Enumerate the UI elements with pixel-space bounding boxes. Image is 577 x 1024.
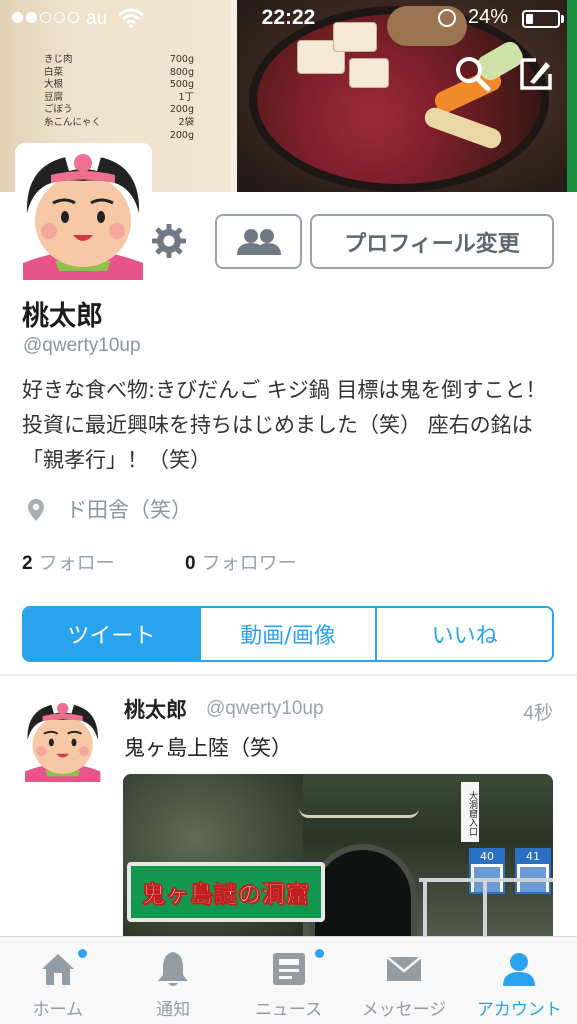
- cave-sign-board: 鬼ヶ島謎の洞窟: [127, 862, 325, 922]
- status-bar: au 22:22 24%: [0, 0, 577, 38]
- recipe-row: きじ肉 700g: [44, 54, 194, 65]
- tweet-author-handle[interactable]: @qwerty10up: [206, 698, 324, 720]
- battery-icon: [522, 10, 560, 28]
- recipe-row: ごぼう 200g: [44, 104, 194, 116]
- tab-account[interactable]: アカウント: [462, 937, 577, 1024]
- battery-percent: 24%: [468, 6, 509, 28]
- settings-gear-icon[interactable]: [150, 222, 188, 260]
- tweet-avatar[interactable]: [20, 694, 106, 784]
- recipe-row: 糸こんにゃく 2袋: [44, 116, 194, 128]
- tweet-image[interactable]: 大洞窟入口 40 41 鬼ヶ島謎の洞窟: [123, 774, 553, 936]
- followers-stat[interactable]: 0 フォロワー: [185, 548, 297, 575]
- tab-notifications-label: 通知: [156, 1000, 191, 1020]
- news-icon: [272, 953, 305, 985]
- profile-avatar[interactable]: [15, 143, 152, 280]
- bell-icon: [158, 952, 189, 986]
- momotaro-avatar-image: [25, 701, 101, 782]
- rotation-lock-icon: [438, 9, 456, 27]
- tweet-author-name[interactable]: 桃太郎: [124, 694, 187, 724]
- recipe-row: 大根 500g: [44, 79, 194, 91]
- edit-profile-button[interactable]: プロフィール変更: [310, 214, 554, 269]
- home-icon: [41, 954, 74, 985]
- people-button[interactable]: [215, 214, 302, 269]
- recipe-row: 白菜 800g: [44, 66, 194, 78]
- person-icon: [503, 953, 536, 986]
- followers-count: 0: [185, 553, 196, 574]
- profile-handle: @qwerty10up: [23, 335, 141, 356]
- tab-likes[interactable]: いいね: [375, 608, 552, 660]
- envelope-icon: [386, 956, 422, 981]
- cave-entrance: [309, 844, 417, 936]
- badge-dot: [314, 949, 324, 958]
- tweet-timestamp: 4秒: [523, 703, 553, 724]
- tab-media[interactable]: 動画/画像: [198, 608, 376, 660]
- cave-post-sign: 大洞窟入口: [461, 782, 479, 842]
- tab-home[interactable]: ホーム: [0, 937, 115, 1024]
- profile-bio: 好きな食べ物:きびだんご キジ鍋 目標は鬼を倒すこと！投資に最近興味を持ちはじめ…: [22, 378, 547, 472]
- profile-tabs: ツイート 動画/画像 いいね: [22, 606, 554, 662]
- tab-home-label: ホーム: [32, 1000, 83, 1020]
- tab-notifications[interactable]: 通知: [115, 937, 230, 1024]
- tweet-text: 鬼ヶ島上陸（笑）: [124, 736, 292, 760]
- tab-account-label: アカウント: [476, 1000, 562, 1020]
- badge-dot: [78, 949, 87, 958]
- following-count: 2: [22, 553, 33, 574]
- location-pin-icon: [28, 499, 44, 521]
- bottom-tab-bar: ホーム 通知 ニュース メッセージ アカウント: [0, 936, 577, 1024]
- tab-news-label: ニュース: [254, 1000, 323, 1020]
- profile-name: 桃太郎: [22, 301, 103, 332]
- following-label: フォロー: [38, 552, 115, 574]
- tab-tweets[interactable]: ツイート: [24, 608, 199, 660]
- people-icon: [236, 228, 281, 255]
- recipe-list: きじ肉 700g 白菜 800g 大根 500g 豆腐 1丁 ごぼう 200g 糸こんにゃ…: [44, 54, 194, 142]
- shimenawa-rope: [299, 808, 419, 818]
- cave-sign-text: 鬼ヶ島謎の洞窟: [142, 882, 310, 909]
- momotaro-avatar-image: [15, 143, 152, 280]
- search-icon[interactable]: [452, 54, 492, 94]
- tab-news[interactable]: ニュース: [231, 937, 346, 1024]
- following-stat[interactable]: 2 フォロー: [22, 548, 115, 575]
- tab-messages-label: メッセージ: [361, 1000, 447, 1020]
- divider: [0, 674, 577, 676]
- followers-label: フォロワー: [201, 552, 297, 574]
- recipe-row: 豆腐 1丁: [44, 91, 194, 103]
- tab-messages[interactable]: メッセージ: [346, 937, 461, 1024]
- profile-location: ド田舎（笑）: [66, 498, 192, 522]
- compose-tweet-icon[interactable]: [516, 54, 556, 94]
- recipe-row: 200g: [169, 129, 194, 141]
